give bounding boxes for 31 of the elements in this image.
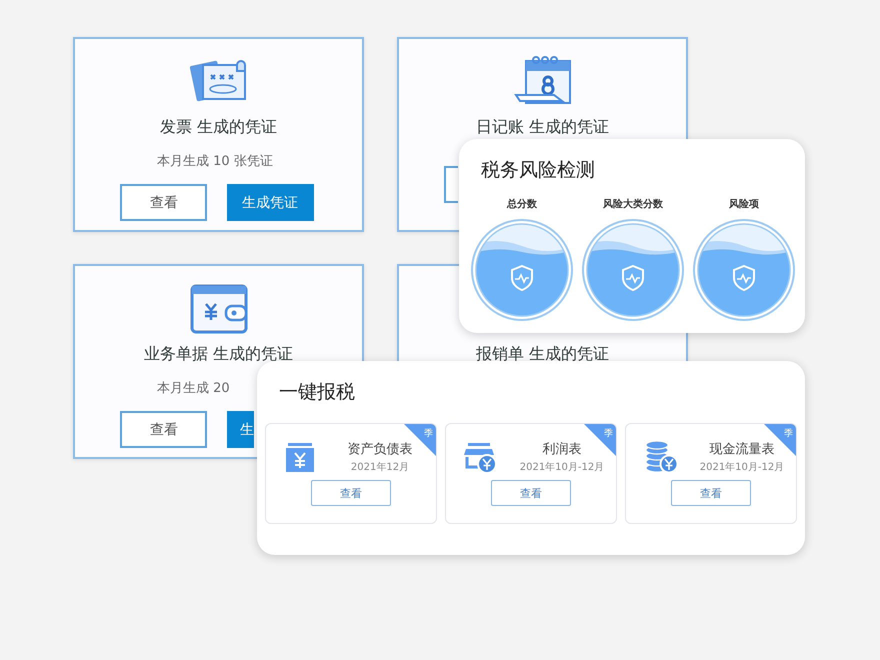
- card-title: 日记账 生成的凭证: [476, 117, 610, 138]
- generate-button[interactable]: 生成凭证: [227, 184, 314, 221]
- gauge-label: 风险大类分数: [603, 198, 663, 211]
- report-title: 利润表: [542, 441, 582, 458]
- report-title: 现金流量表: [710, 441, 774, 458]
- calendar-icon: [512, 55, 574, 107]
- panel-title: 一键报税: [279, 380, 356, 405]
- report-period: 2021年10月-12月: [700, 461, 784, 474]
- card-title: 发票 生成的凭证: [160, 117, 278, 138]
- view-button[interactable]: [444, 166, 458, 203]
- card-subtitle: 本月生成 10 张凭证: [157, 153, 273, 170]
- report-period: 2021年12月: [350, 461, 410, 474]
- card-subtitle: 本月生成 20: [157, 380, 230, 397]
- view-button[interactable]: 查看: [491, 480, 571, 506]
- report-period: 2021年10月-12月: [520, 461, 604, 474]
- season-badge: 季: [584, 424, 616, 456]
- card-title: 业务单据 生成的凭证: [144, 344, 294, 365]
- coin-stack-icon: [644, 440, 678, 474]
- ledger-icon: [284, 441, 316, 473]
- view-button[interactable]: 查看: [120, 184, 207, 221]
- view-button[interactable]: 查看: [120, 411, 207, 448]
- report-title: 资产负债表: [348, 441, 412, 458]
- panel-title: 税务风险检测: [481, 158, 596, 183]
- view-button[interactable]: 查看: [311, 480, 391, 506]
- gauge-label: 风险项: [729, 198, 759, 211]
- gauge-label: 总分数: [507, 198, 537, 211]
- card-title: 报销单 生成的凭证: [476, 344, 610, 365]
- generate-button[interactable]: 生: [227, 411, 254, 448]
- view-button[interactable]: 查看: [671, 480, 751, 506]
- wallet-icon: [190, 284, 248, 334]
- store-coin-icon: [464, 441, 498, 473]
